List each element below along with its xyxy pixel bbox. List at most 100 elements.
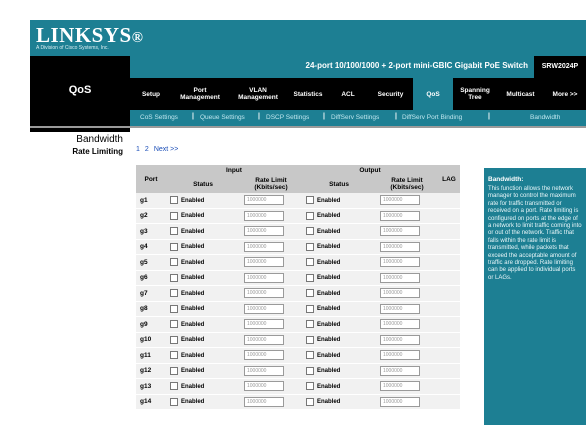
nav-more[interactable]: More >> [544,78,586,110]
port-cell: g13 [136,379,166,395]
page-1-link[interactable]: 1 [136,146,140,153]
input-rate-field[interactable]: 1000000 [244,381,284,392]
checkbox-icon [170,258,178,267]
checkbox-icon [306,382,314,391]
output-rate-field[interactable]: 1000000 [380,288,420,299]
nav-acl[interactable]: ACL [328,78,368,110]
input-enabled-checkbox[interactable]: Enabled [170,397,204,406]
input-enabled-checkbox[interactable]: Enabled [170,320,204,329]
output-status-cell: Enabled [302,379,376,395]
port-cell: g9 [136,317,166,333]
pager: 1 2 Next >> [136,146,183,153]
input-status-cell: Enabled [166,208,240,224]
output-rate-cell: 1000000 [376,270,438,286]
output-rate-field[interactable]: 1000000 [380,381,420,392]
output-rate-field[interactable]: 1000000 [380,396,420,407]
rate-limit-table: Port Input Output LAG Status Rate Limit(… [136,165,460,410]
output-rate-field[interactable]: 1000000 [380,195,420,206]
nav-setup[interactable]: Setup [130,78,172,110]
input-rate-field[interactable]: 1000000 [244,334,284,345]
output-enabled-checkbox[interactable]: Enabled [306,382,340,391]
subnav-diffserv-port-binding[interactable]: DiffServ Port Binding [402,114,462,121]
input-enabled-checkbox[interactable]: Enabled [170,196,204,205]
output-enabled-checkbox[interactable]: Enabled [306,273,340,282]
input-rate-field[interactable]: 1000000 [244,195,284,206]
input-enabled-checkbox[interactable]: Enabled [170,289,204,298]
input-enabled-checkbox[interactable]: Enabled [170,227,204,236]
input-rate-field[interactable]: 1000000 [244,350,284,361]
subnav-bandwidth[interactable]: Bandwidth [530,114,560,121]
nav-statistics[interactable]: Statistics [288,78,328,110]
output-enabled-checkbox[interactable]: Enabled [306,211,340,220]
output-enabled-checkbox[interactable]: Enabled [306,335,340,344]
input-enabled-checkbox[interactable]: Enabled [170,366,204,375]
input-rate-field[interactable]: 1000000 [244,210,284,221]
brand-bar: LINKSYS® A Division of Cisco Systems, In… [30,20,586,56]
page-2-link[interactable]: 2 [145,146,149,153]
output-rate-field[interactable]: 1000000 [380,226,420,237]
port-cell: g14 [136,394,166,410]
input-enabled-checkbox[interactable]: Enabled [170,335,204,344]
content-area: 1 2 Next >> Port Input Output LAG Status R… [130,128,470,425]
output-rate-field[interactable]: 1000000 [380,303,420,314]
subnav-dscp-settings[interactable]: DSCP Settings [266,114,309,121]
output-enabled-checkbox[interactable]: Enabled [306,258,340,267]
table-row: g4 Enabled 1000000 Enabled 1000000 [136,239,460,255]
input-rate-field[interactable]: 1000000 [244,396,284,407]
input-rate-field[interactable]: 1000000 [244,241,284,252]
output-rate-field[interactable]: 1000000 [380,272,420,283]
table-row: g2 Enabled 1000000 Enabled 1000000 [136,208,460,224]
output-enabled-checkbox[interactable]: Enabled [306,289,340,298]
output-rate-field[interactable]: 1000000 [380,334,420,345]
output-enabled-checkbox[interactable]: Enabled [306,351,340,360]
input-rate-field[interactable]: 1000000 [244,257,284,268]
next-page-link[interactable]: Next >> [154,146,179,153]
input-rate-field[interactable]: 1000000 [244,226,284,237]
leftnav-bandwidth[interactable]: Bandwidth [76,134,123,145]
nav-security[interactable]: Security [368,78,413,110]
port-cell: g8 [136,301,166,317]
input-rate-field[interactable]: 1000000 [244,365,284,376]
output-status-cell: Enabled [302,317,376,333]
lag-cell [438,363,460,379]
input-rate-field[interactable]: 1000000 [244,288,284,299]
output-enabled-checkbox[interactable]: Enabled [306,320,340,329]
subnav-diffserv-settings[interactable]: DiffServ Settings [331,114,379,121]
output-rate-field[interactable]: 1000000 [380,319,420,330]
nav-qos[interactable]: QoS [413,78,453,110]
output-rate-header: Rate Limit (Kbits/sec) [376,175,438,193]
input-rate-field[interactable]: 1000000 [244,303,284,314]
nav-multicast[interactable]: Multicast [497,78,544,110]
output-enabled-checkbox[interactable]: Enabled [306,196,340,205]
input-enabled-checkbox[interactable]: Enabled [170,211,204,220]
output-enabled-checkbox[interactable]: Enabled [306,242,340,251]
output-rate-field[interactable]: 1000000 [380,350,420,361]
nav-port-management[interactable]: Port Management [172,78,228,110]
output-enabled-checkbox[interactable]: Enabled [306,304,340,313]
input-enabled-checkbox[interactable]: Enabled [170,304,204,313]
nav-spanning-tree[interactable]: Spanning Tree [453,78,497,110]
output-enabled-checkbox[interactable]: Enabled [306,397,340,406]
input-enabled-checkbox[interactable]: Enabled [170,258,204,267]
output-enabled-checkbox[interactable]: Enabled [306,366,340,375]
subnav-cos-settings[interactable]: CoS Settings [140,114,178,121]
product-bar: 24-port 10/100/1000 + 2-port mini-GBIC G… [130,56,586,78]
output-enabled-checkbox[interactable]: Enabled [306,227,340,236]
leftnav-rate-limiting[interactable]: Rate Limiting [72,147,123,156]
input-rate-field[interactable]: 1000000 [244,272,284,283]
input-enabled-checkbox[interactable]: Enabled [170,382,204,391]
input-enabled-checkbox[interactable]: Enabled [170,351,204,360]
table-row: g3 Enabled 1000000 Enabled 1000000 [136,224,460,240]
output-rate-field[interactable]: 1000000 [380,257,420,268]
input-enabled-checkbox[interactable]: Enabled [170,273,204,282]
input-rate-field[interactable]: 1000000 [244,319,284,330]
subnav-queue-settings[interactable]: Queue Settings [200,114,245,121]
help-text: This function allows the network manager… [488,186,582,281]
checkbox-icon [306,258,314,267]
output-rate-field[interactable]: 1000000 [380,365,420,376]
input-status-cell: Enabled [166,332,240,348]
input-enabled-checkbox[interactable]: Enabled [170,242,204,251]
output-rate-field[interactable]: 1000000 [380,210,420,221]
output-rate-field[interactable]: 1000000 [380,241,420,252]
nav-vlan-management[interactable]: VLAN Management [228,78,288,110]
